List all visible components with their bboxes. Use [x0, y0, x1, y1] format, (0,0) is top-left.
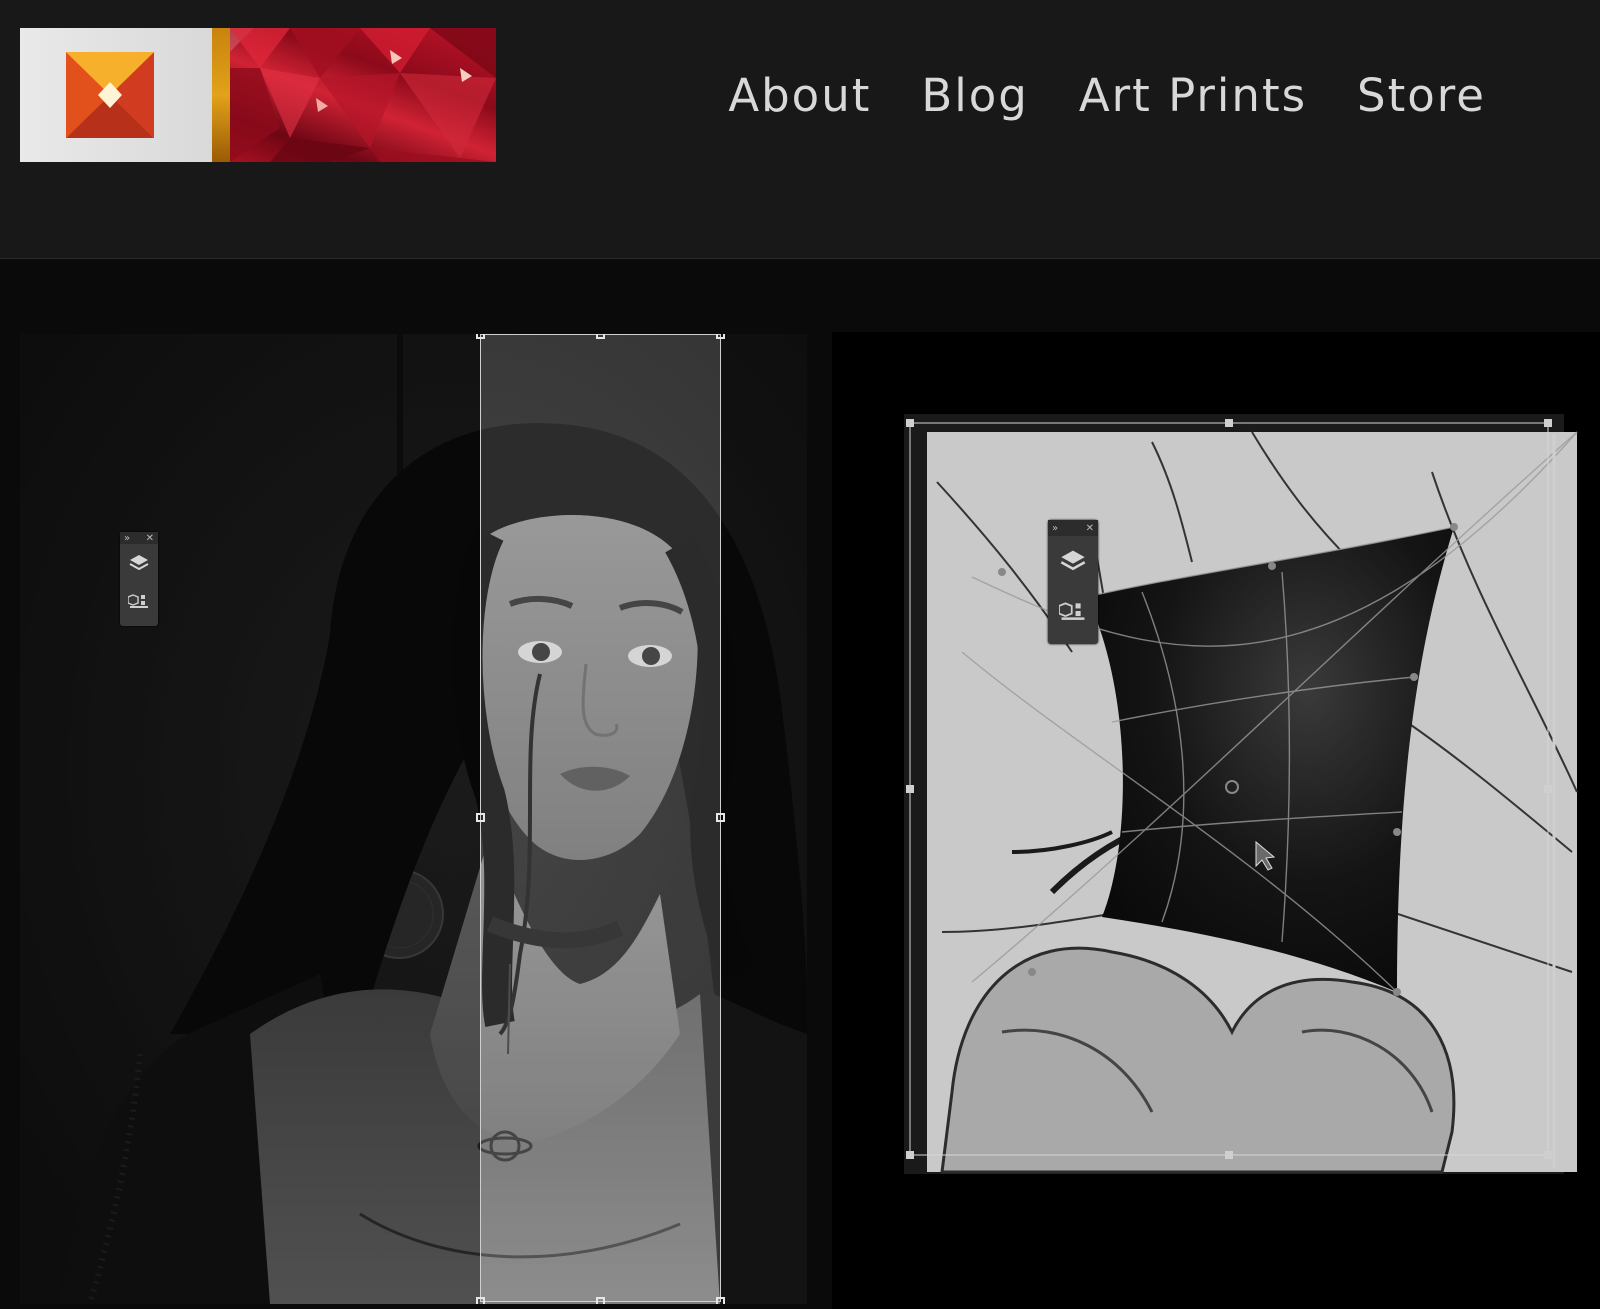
floating-tool-palette: » ✕ [120, 532, 158, 626]
crop-handle-bottom-right[interactable] [716, 1297, 725, 1304]
crop-handle-right[interactable] [716, 813, 725, 822]
nav-art-prints[interactable]: Art Prints [1079, 69, 1307, 122]
nav-about[interactable]: About [728, 69, 871, 122]
3d-object-icon[interactable] [120, 582, 158, 620]
palette-close-icon-warp[interactable]: ✕ [1086, 523, 1094, 534]
logo-diamond-icon [66, 52, 154, 138]
crop-handle-top-left[interactable] [476, 334, 485, 339]
site-logo[interactable] [20, 28, 496, 162]
palette-collapse-icon[interactable]: » [124, 533, 130, 544]
crop-handle-bottom[interactable] [596, 1297, 605, 1304]
logo-red-poly-banner [230, 28, 496, 162]
palette-close-icon[interactable]: ✕ [146, 533, 154, 544]
crop-handle-left[interactable] [476, 813, 485, 822]
portrait-artwork-panel[interactable]: » ✕ [20, 334, 807, 1304]
warp-sketch-artwork [904, 414, 1578, 1174]
3d-object-icon-warp[interactable] [1048, 586, 1098, 636]
logo-mark [20, 28, 212, 162]
crop-handle-top[interactable] [596, 334, 605, 339]
main-nav: About Blog Art Prints Store [728, 60, 1486, 130]
nav-blog[interactable]: Blog [921, 69, 1028, 122]
warp-sketch-artwork-panel[interactable]: » ✕ [832, 332, 1600, 1309]
crop-handle-bottom-left[interactable] [476, 1297, 485, 1304]
logo-gold-band [212, 28, 230, 162]
layers-icon[interactable] [120, 544, 158, 582]
nav-store[interactable]: Store [1357, 69, 1486, 122]
floating-tool-palette-warp: » ✕ [1048, 520, 1098, 644]
crop-handle-top-right[interactable] [716, 334, 725, 339]
palette-title-bar-warp[interactable]: » ✕ [1048, 520, 1098, 536]
palette-title-bar[interactable]: » ✕ [120, 532, 158, 544]
palette-collapse-icon-warp[interactable]: » [1052, 523, 1058, 534]
site-header: About Blog Art Prints Store [0, 0, 1600, 259]
layers-icon-warp[interactable] [1048, 536, 1098, 586]
crop-selection-frame[interactable] [476, 334, 725, 1304]
